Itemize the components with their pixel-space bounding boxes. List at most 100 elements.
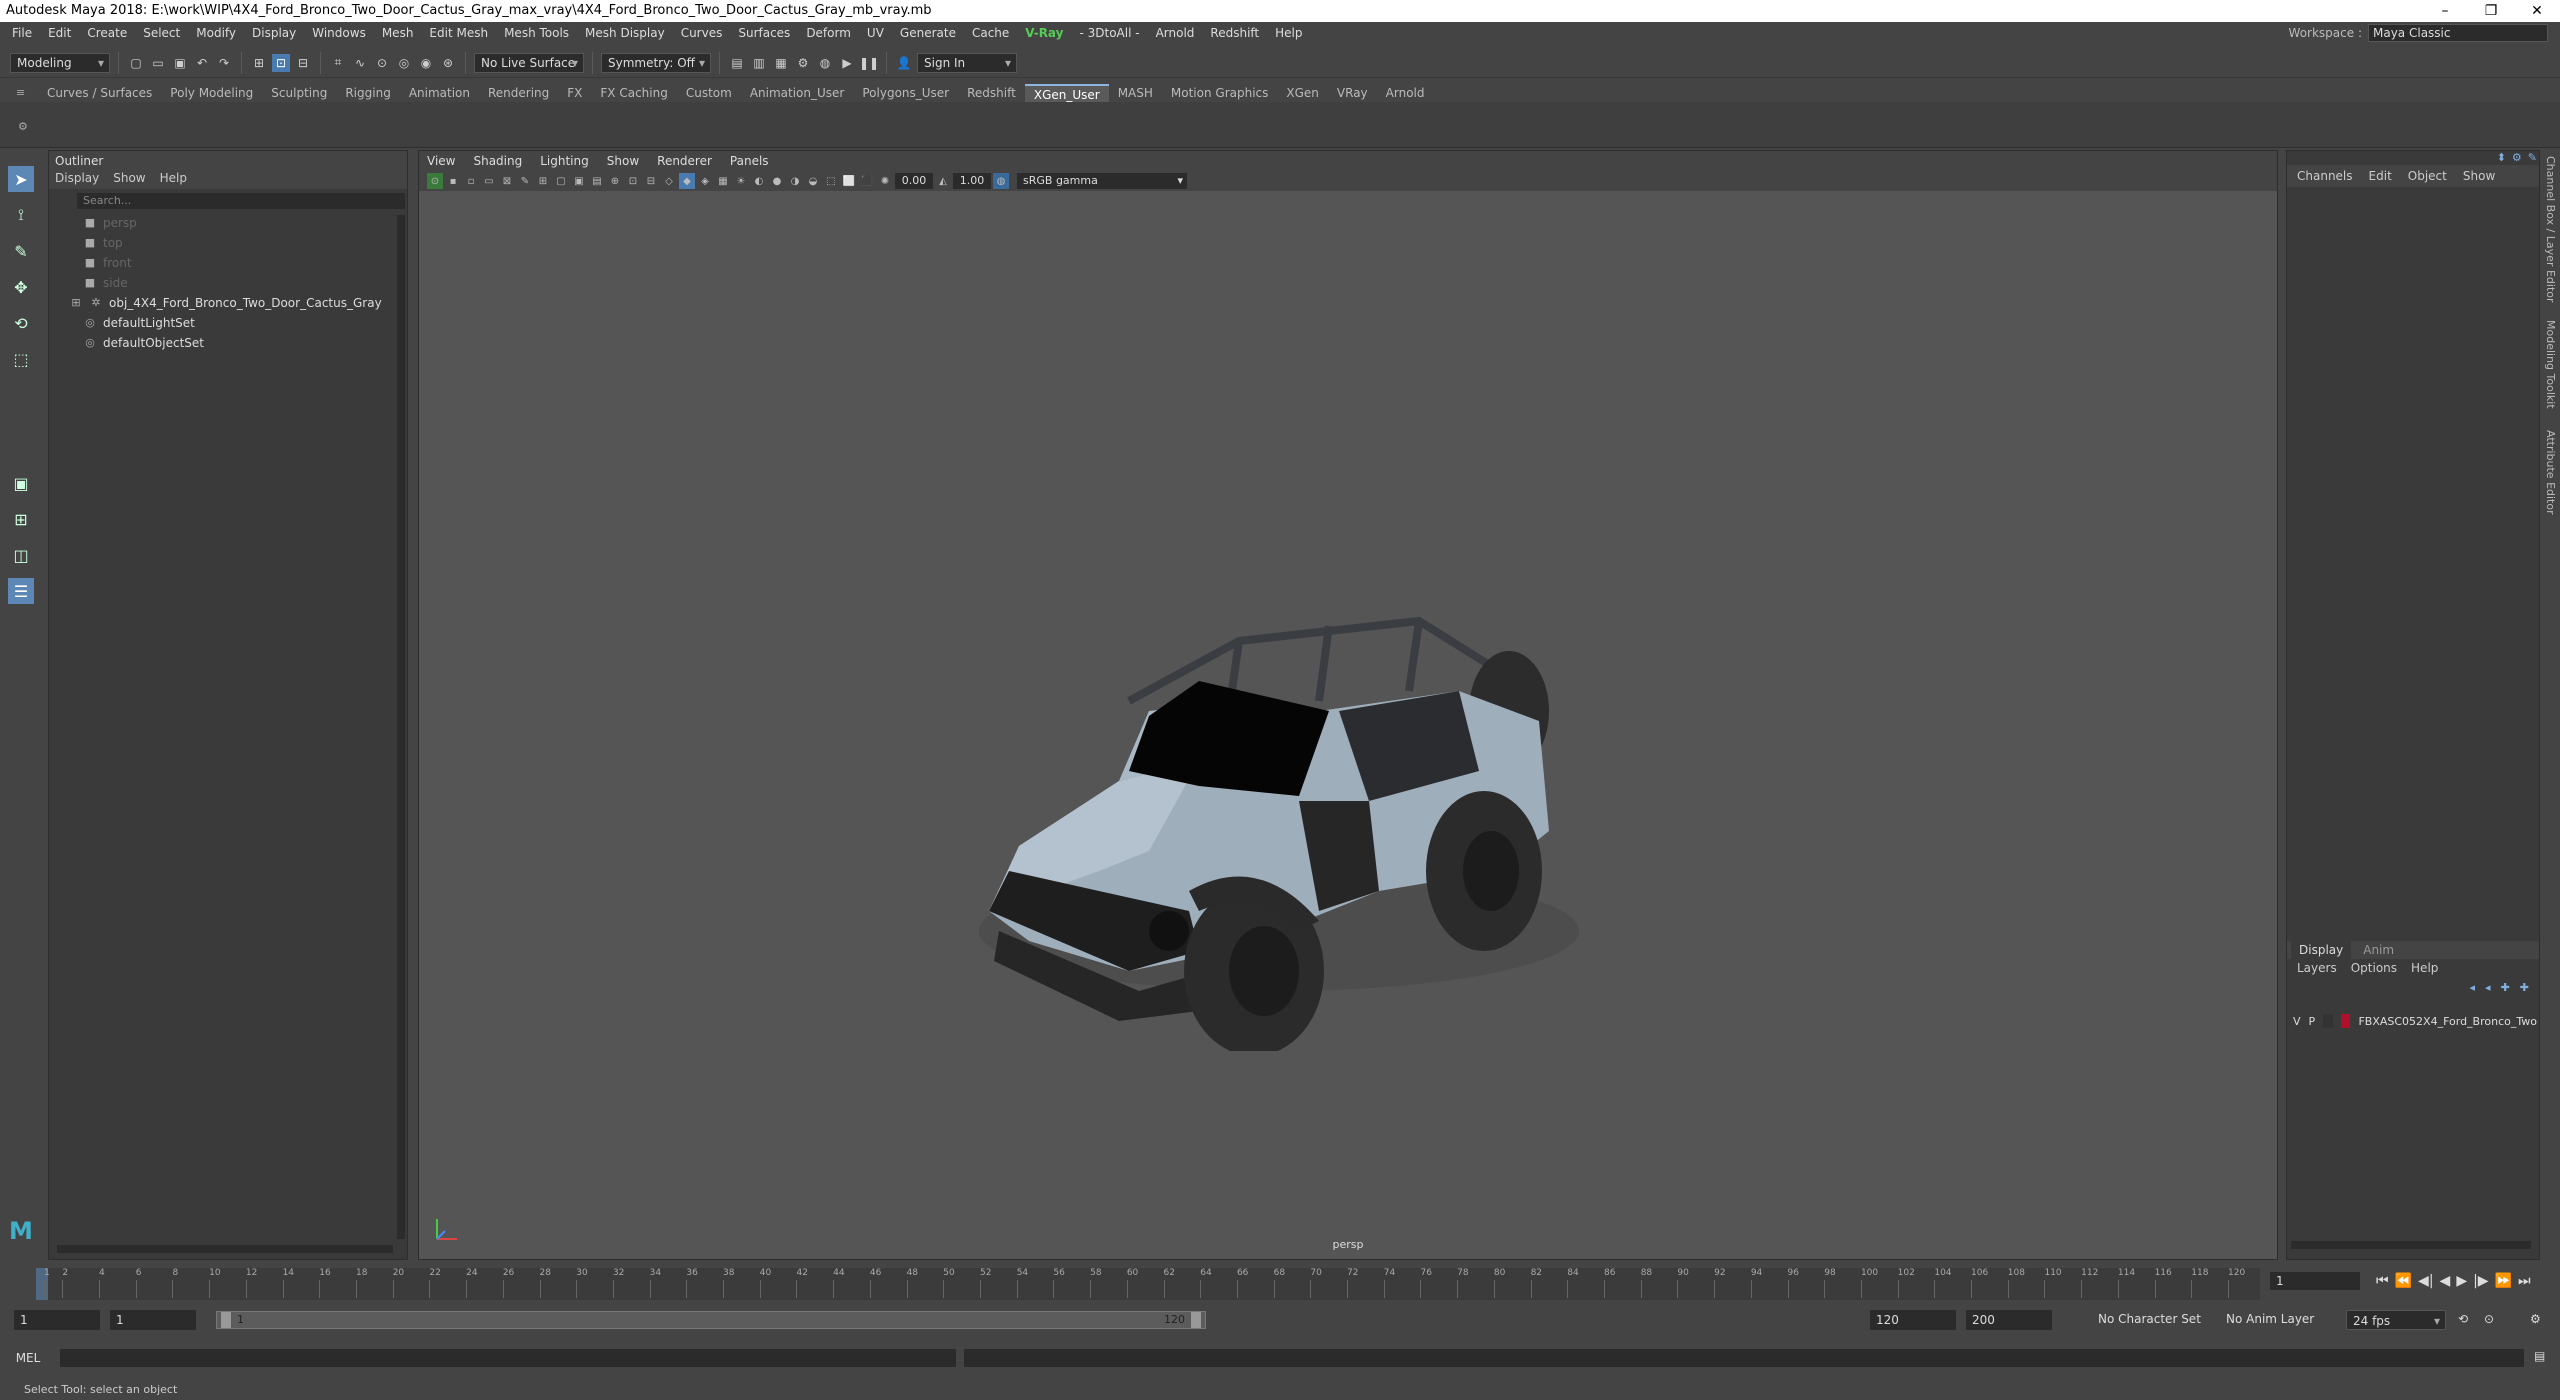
new-scene-icon[interactable]: ▢ [127,54,145,72]
viewport-menu-renderer[interactable]: Renderer [657,154,712,168]
auto-key-icon[interactable]: ⊙ [2484,1312,2494,1326]
shelf-menu-icon[interactable]: ≡ [16,86,26,100]
layer-visibility-toggle[interactable]: V [2293,1015,2301,1028]
color-management-icon[interactable]: ◍ [993,173,1009,189]
field-chart-icon[interactable]: ⊕ [607,173,623,189]
minimize-button[interactable]: – [2422,0,2468,22]
render-frame-icon[interactable]: ▥ [750,54,768,72]
select-object-icon[interactable]: ⊡ [272,53,290,72]
shelf-tab-vray[interactable]: VRay [1328,84,1377,102]
channel-menu-show[interactable]: Show [2463,169,2495,183]
script-editor-icon[interactable]: ▤ [2534,1349,2545,1363]
resolution-gate-icon[interactable]: ▣ [571,173,587,189]
bronco-model[interactable] [899,451,1619,1051]
anti-aliasing-icon[interactable]: ◒ [805,173,821,189]
outliner-item-front[interactable]: ■ front [83,253,407,273]
side-tab-attribute-editor[interactable]: Attribute Editor [2544,430,2557,515]
menu-curves[interactable]: Curves [673,26,731,40]
modeling-toolkit-icon[interactable]: ✎ [2528,151,2537,165]
shelf-tab-animation-user[interactable]: Animation_User [741,84,854,102]
smooth-shade-icon[interactable]: ◆ [679,173,695,189]
tool-settings-icon[interactable]: ⚙ [2512,151,2522,165]
menu-3dtoall[interactable]: - 3DtoAll - [1071,26,1147,40]
layer-menu-help[interactable]: Help [2411,961,2438,975]
channel-menu-edit[interactable]: Edit [2369,169,2392,183]
gate-mask-icon[interactable]: ▤ [589,173,605,189]
ambient-occlusion-icon[interactable]: ● [769,173,785,189]
outliner-item-default-light-set[interactable]: ◎ defaultLightSet [83,313,407,333]
go-to-end-icon[interactable]: ⏭ [2518,1273,2531,1289]
vray-render-icon[interactable]: ▶ [838,54,856,72]
layer-row[interactable]: V P FBXASC052X4_Ford_Bronco_Two [2293,1011,2537,1031]
shelf-tab-xgen-user[interactable]: XGen_User [1024,84,1109,102]
workspace-dropdown[interactable]: Maya Classic [2368,24,2548,42]
close-button[interactable]: ✕ [2514,0,2560,22]
outliner-layout-icon[interactable]: ☰ [8,578,34,604]
four-view-icon[interactable]: ⊞ [8,506,34,532]
gamma-field[interactable]: 1.00 [953,173,991,189]
menu-surfaces[interactable]: Surfaces [730,26,798,40]
anim-prefs-icon[interactable]: ⚙ [2530,1312,2541,1326]
layer-tab-anim[interactable]: Anim [2355,941,2402,959]
time-slider[interactable]: 1 2 4 6 8 10 12 14 16 18 20 22 24 26 28 30 32 34 36 38 40 42 4… [36,1268,2260,1300]
viewport-menu-shading[interactable]: Shading [473,154,522,168]
shelf-tab-poly-modeling[interactable]: Poly Modeling [161,84,262,102]
start-time-field[interactable]: 1 [14,1310,100,1330]
menu-redshift[interactable]: Redshift [1202,26,1267,40]
menu-modify[interactable]: Modify [188,26,244,40]
menu-cache[interactable]: Cache [964,26,1017,40]
channel-menu-channels[interactable]: Channels [2297,169,2353,183]
character-set-dropdown[interactable]: No Character Set [2098,1312,2201,1326]
shelf-tab-animation[interactable]: Animation [400,84,479,102]
exposure-icon[interactable]: ✺ [877,173,893,189]
xray-icon[interactable]: ⬜ [841,173,857,189]
render-view-icon[interactable]: ▤ [728,54,746,72]
ipr-render-icon[interactable]: ▦ [772,54,790,72]
menu-windows[interactable]: Windows [304,26,374,40]
undo-icon[interactable]: ↶ [193,54,211,72]
menu-help[interactable]: Help [1267,26,1310,40]
outliner-vertical-scrollbar[interactable] [397,215,405,1239]
menu-file[interactable]: File [4,26,40,40]
playback-end-field[interactable]: 120 [1870,1310,1956,1330]
rotate-tool-icon[interactable]: ⟲ [8,310,34,336]
outliner-horizontal-scrollbar[interactable] [57,1245,393,1253]
shelf-tab-polygons-user[interactable]: Polygons_User [853,84,958,102]
snap-live-icon[interactable]: ⊛ [439,54,457,72]
step-back-frame-icon[interactable]: ◀| [2418,1273,2433,1289]
expand-icon[interactable]: ⊞ [69,293,83,313]
outliner-search-input[interactable]: Search... [77,193,405,209]
shelf-tab-rigging[interactable]: Rigging [336,84,399,102]
shelf-tab-fx-caching[interactable]: FX Caching [591,84,676,102]
camera-lock-icon[interactable]: ▪ [445,173,461,189]
snap-view-icon[interactable]: ◎ [395,54,413,72]
range-end-handle[interactable] [1191,1312,1201,1328]
layer-playback-toggle[interactable]: P [2309,1015,2316,1028]
sign-in-dropdown[interactable]: Sign In [917,52,1017,73]
lasso-tool-icon[interactable]: ⟟ [8,202,34,228]
menu-vray[interactable]: V-Ray [1017,26,1071,40]
side-tab-channel-box[interactable]: Channel Box / Layer Editor [2544,156,2557,303]
shelf-tab-arnold[interactable]: Arnold [1377,84,1434,102]
layer-menu-options[interactable]: Options [2351,961,2397,975]
go-to-start-icon[interactable]: ⏮ [2376,1273,2389,1289]
fps-dropdown[interactable]: 24 fps [2346,1310,2446,1331]
shelf-tab-redshift[interactable]: Redshift [958,84,1025,102]
outliner-menu-show[interactable]: Show [113,171,145,189]
side-tab-modeling-toolkit[interactable]: Modeling Toolkit [2544,320,2557,409]
film-gate-icon[interactable]: ▢ [553,173,569,189]
shelf-tab-mash[interactable]: MASH [1109,84,1162,102]
outliner-item-top[interactable]: ■ top [83,233,407,253]
shelf-tab-rendering[interactable]: Rendering [479,84,558,102]
open-scene-icon[interactable]: ▭ [149,54,167,72]
snap-point-icon[interactable]: ⊙ [373,54,391,72]
user-icon[interactable]: 👤 [895,54,913,72]
outliner-item-side[interactable]: ■ side [83,273,407,293]
restore-button[interactable]: ❐ [2468,0,2514,22]
command-input[interactable] [60,1349,956,1367]
shelf-tab-fx[interactable]: FX [558,84,591,102]
safe-action-icon[interactable]: ⊡ [625,173,641,189]
paint-select-icon[interactable]: ✎ [8,238,34,264]
shelf-tab-curves-surfaces[interactable]: Curves / Surfaces [38,84,161,102]
viewport-menu-view[interactable]: View [427,154,455,168]
